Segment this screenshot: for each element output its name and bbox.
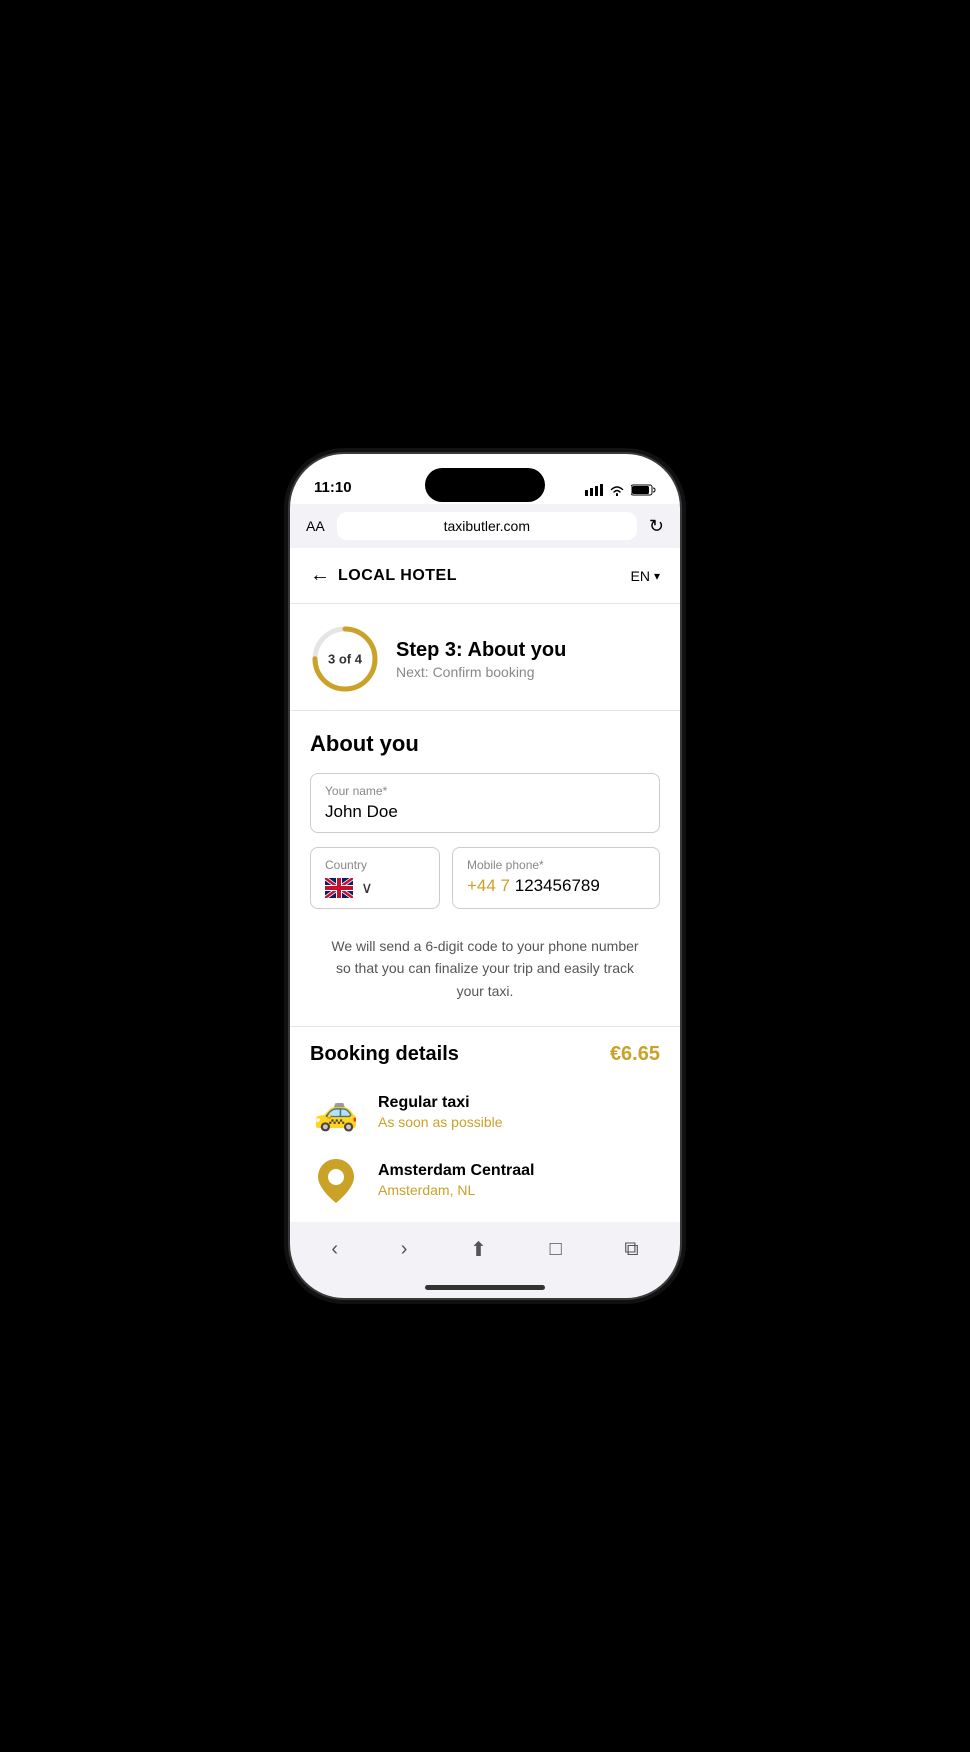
step-text: Step 3: About you Next: Confirm booking: [396, 639, 660, 680]
country-chevron-icon: ∨: [361, 878, 373, 898]
booking-items: 🚕 Regular taxi As soon as possible: [290, 1078, 680, 1222]
phone-prefix: +44 7: [467, 876, 510, 895]
location-pin-icon: [318, 1159, 354, 1203]
step-progress-circle: 3 of 4: [310, 624, 380, 694]
bookmarks-button[interactable]: □: [536, 1230, 576, 1269]
name-label: Your name*: [325, 784, 645, 798]
phone-row: Country ∨ Mobi: [310, 847, 660, 909]
name-value[interactable]: John Doe: [325, 802, 645, 822]
phone-label: Mobile phone*: [467, 858, 645, 872]
home-indicator-bar: [425, 1285, 545, 1290]
booking-item-location: Amsterdam Centraal Amsterdam, NL: [310, 1154, 660, 1206]
step-label: 3 of 4: [328, 652, 362, 667]
phone-number-value[interactable]: +44 7 123456789: [467, 876, 645, 896]
back-arrow-icon[interactable]: ←: [310, 564, 330, 587]
sms-notice: We will send a 6-digit code to your phon…: [310, 923, 660, 1026]
location-sub: Amsterdam, NL: [378, 1182, 535, 1198]
step-title: Step 3: About you: [396, 639, 660, 662]
reload-icon[interactable]: ↻: [649, 516, 664, 537]
phone-field[interactable]: Mobile phone* +44 7 123456789: [452, 847, 660, 909]
browser-bar: AA taxibutler.com ↻: [290, 504, 680, 548]
home-indicator: [290, 1276, 680, 1298]
location-item-text: Amsterdam Centraal Amsterdam, NL: [378, 1162, 535, 1198]
url-bar[interactable]: taxibutler.com: [337, 512, 637, 540]
country-label: Country: [325, 858, 425, 872]
location-name: Amsterdam Centraal: [378, 1162, 535, 1180]
location-icon-container: [310, 1154, 362, 1206]
language-selector[interactable]: EN ▾: [631, 568, 660, 584]
share-button[interactable]: ⬆: [456, 1229, 501, 1270]
step-subtitle: Next: Confirm booking: [396, 664, 660, 680]
country-select-row[interactable]: ∨: [325, 878, 425, 898]
hotel-name: LOCAL HOTEL: [338, 567, 457, 585]
taxi-icon-container: 🚕: [310, 1086, 362, 1138]
phone-shell: 11:10 AA taxibutler: [290, 454, 680, 1298]
wifi-icon: [609, 484, 625, 496]
language-text: EN: [631, 568, 650, 584]
taxi-sub: As soon as possible: [378, 1114, 503, 1130]
step-indicator: 3 of 4 Step 3: About you Next: Confirm b…: [290, 604, 680, 711]
booking-details-header: Booking details €6.65: [290, 1026, 680, 1078]
top-nav: ← LOCAL HOTEL EN ▾: [290, 548, 680, 604]
taxi-icon: 🚕: [314, 1091, 359, 1133]
taxi-name: Regular taxi: [378, 1094, 503, 1112]
signal-icon: [585, 484, 603, 496]
phone-number: 123456789: [510, 876, 600, 895]
phone-notch: [425, 468, 545, 502]
booking-price: €6.65: [610, 1043, 660, 1066]
language-chevron-icon: ▾: [654, 569, 660, 583]
app-content: ← LOCAL HOTEL EN ▾ 3 of 4 Step 3: About: [290, 548, 680, 1222]
browser-back-button[interactable]: ‹: [317, 1230, 352, 1269]
country-field[interactable]: Country ∨: [310, 847, 440, 909]
location-pin-wrapper: [318, 1159, 354, 1201]
about-you-title: About you: [290, 711, 680, 773]
bottom-browser-bar: ‹ › ⬆ □ ⧉: [290, 1222, 680, 1276]
name-field[interactable]: Your name* John Doe: [310, 773, 660, 833]
booking-details-title: Booking details: [310, 1043, 459, 1066]
browser-forward-button[interactable]: ›: [387, 1230, 422, 1269]
back-area[interactable]: ← LOCAL HOTEL: [310, 564, 457, 587]
form-section: Your name* John Doe Country: [290, 773, 680, 1026]
status-time: 11:10: [314, 479, 352, 496]
aa-text[interactable]: AA: [306, 518, 325, 534]
battery-icon: [631, 484, 656, 496]
booking-item-taxi: 🚕 Regular taxi As soon as possible: [310, 1086, 660, 1138]
taxi-item-text: Regular taxi As soon as possible: [378, 1094, 503, 1130]
uk-flag-icon: [325, 878, 353, 898]
status-icons: [585, 484, 656, 496]
tabs-button[interactable]: ⧉: [610, 1230, 652, 1269]
